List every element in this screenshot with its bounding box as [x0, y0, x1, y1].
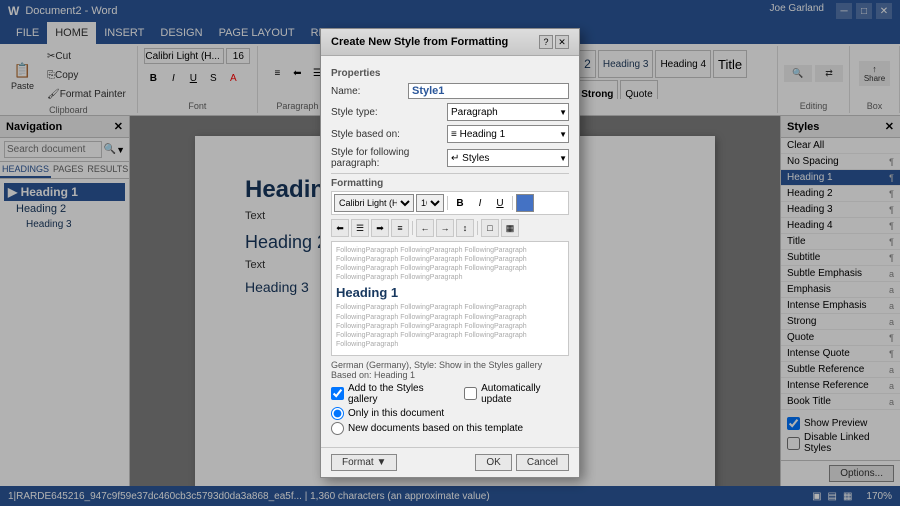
- dialog-footer: Format ▼ OK Cancel: [321, 447, 579, 477]
- no-border-btn[interactable]: □: [481, 219, 499, 237]
- formatting-toolbar: Calibri Light (Hea... 16 B I U: [331, 191, 569, 215]
- dialog-title-text: Create New Style from Formatting: [331, 36, 508, 48]
- ok-button[interactable]: OK: [475, 454, 511, 471]
- style-follow-container: ↵ Styles ▼: [447, 149, 569, 167]
- only-this-doc-radio[interactable]: [331, 407, 344, 420]
- add-to-gallery-label: Add to the Styles gallery: [348, 383, 450, 405]
- cancel-button[interactable]: Cancel: [516, 454, 569, 471]
- preview-area: FollowingParagraph FollowingParagraph Fo…: [331, 241, 569, 356]
- format-italic-button[interactable]: I: [471, 194, 489, 212]
- style-type-select[interactable]: Paragraph: [447, 103, 569, 121]
- add-to-gallery-row: Add to the Styles gallery Automatically …: [331, 383, 569, 405]
- format-dropdown-button[interactable]: Format ▼: [331, 454, 397, 471]
- format-color-button[interactable]: [516, 194, 534, 212]
- properties-label: Properties: [331, 68, 569, 79]
- line-spacing-btn[interactable]: ↕: [456, 219, 474, 237]
- align-left-btn[interactable]: ⬅: [331, 219, 349, 237]
- style-based-container: ≡ Heading 1 ▼: [447, 125, 569, 143]
- auto-update-label: Automatically update: [481, 383, 569, 405]
- indent-less-btn[interactable]: ←: [416, 219, 434, 237]
- align-center-btn[interactable]: ☰: [351, 219, 369, 237]
- align-right-btn[interactable]: ➡: [371, 219, 389, 237]
- style-type-label: Style type:: [331, 107, 441, 118]
- dialog-help-button[interactable]: ?: [539, 35, 553, 49]
- new-docs-row: New documents based on this template: [331, 422, 569, 435]
- dialog-title-bar: Create New Style from Formatting ? ✕: [321, 29, 579, 56]
- align-justify-btn[interactable]: ≡: [391, 219, 409, 237]
- dialog-overlay: Create New Style from Formatting ? ✕ Pro…: [0, 0, 900, 506]
- scope-radio-group: Only in this document New documents base…: [331, 407, 569, 435]
- style-based-label: Style based on:: [331, 129, 441, 140]
- preview-para-after: FollowingParagraph FollowingParagraph Fo…: [336, 303, 564, 348]
- name-label: Name:: [331, 86, 402, 97]
- format-bold-button[interactable]: B: [451, 194, 469, 212]
- create-style-dialog: Create New Style from Formatting ? ✕ Pro…: [320, 28, 580, 478]
- indent-more-btn[interactable]: →: [436, 219, 454, 237]
- style-follow-select[interactable]: ↵ Styles: [447, 149, 569, 167]
- dialog-close-button[interactable]: ✕: [555, 35, 569, 49]
- format-font-select[interactable]: Calibri Light (Hea...: [334, 194, 414, 212]
- add-to-gallery-checkbox[interactable]: [331, 387, 344, 400]
- dialog-footer-right: OK Cancel: [475, 454, 569, 471]
- formatting-label: Formatting: [331, 178, 569, 189]
- format-size-select[interactable]: 16: [416, 194, 444, 212]
- style-follow-row: Style for following paragraph: ↵ Styles …: [331, 147, 569, 169]
- new-docs-label: New documents based on this template: [348, 423, 523, 434]
- name-row: Name:: [331, 83, 569, 99]
- style-based-row: Style based on: ≡ Heading 1 ▼: [331, 125, 569, 143]
- new-docs-radio[interactable]: [331, 422, 344, 435]
- format-underline-button[interactable]: U: [491, 194, 509, 212]
- style-based-select[interactable]: ≡ Heading 1: [447, 125, 569, 143]
- formatting-separator: [331, 173, 569, 174]
- style-type-row: Style type: Paragraph ▼: [331, 103, 569, 121]
- only-this-doc-label: Only in this document: [348, 408, 444, 419]
- shading-btn[interactable]: ▦: [501, 219, 519, 237]
- auto-update-checkbox[interactable]: [464, 387, 477, 400]
- style-type-container: Paragraph ▼: [447, 103, 569, 121]
- style-follow-label: Style for following paragraph:: [331, 147, 441, 169]
- preview-heading: Heading 1: [336, 285, 564, 300]
- style-name-input[interactable]: [408, 83, 569, 99]
- align-toolbar: ⬅ ☰ ➡ ≡ ← → ↕ □ ▦: [331, 219, 569, 237]
- preview-para-before: FollowingParagraph FollowingParagraph Fo…: [336, 246, 564, 282]
- only-this-doc-row: Only in this document: [331, 407, 569, 420]
- dialog-body: Properties Name: Style type: Paragraph ▼…: [321, 56, 579, 447]
- dialog-info-text: German (Germany), Style: Show in the Sty…: [331, 360, 569, 380]
